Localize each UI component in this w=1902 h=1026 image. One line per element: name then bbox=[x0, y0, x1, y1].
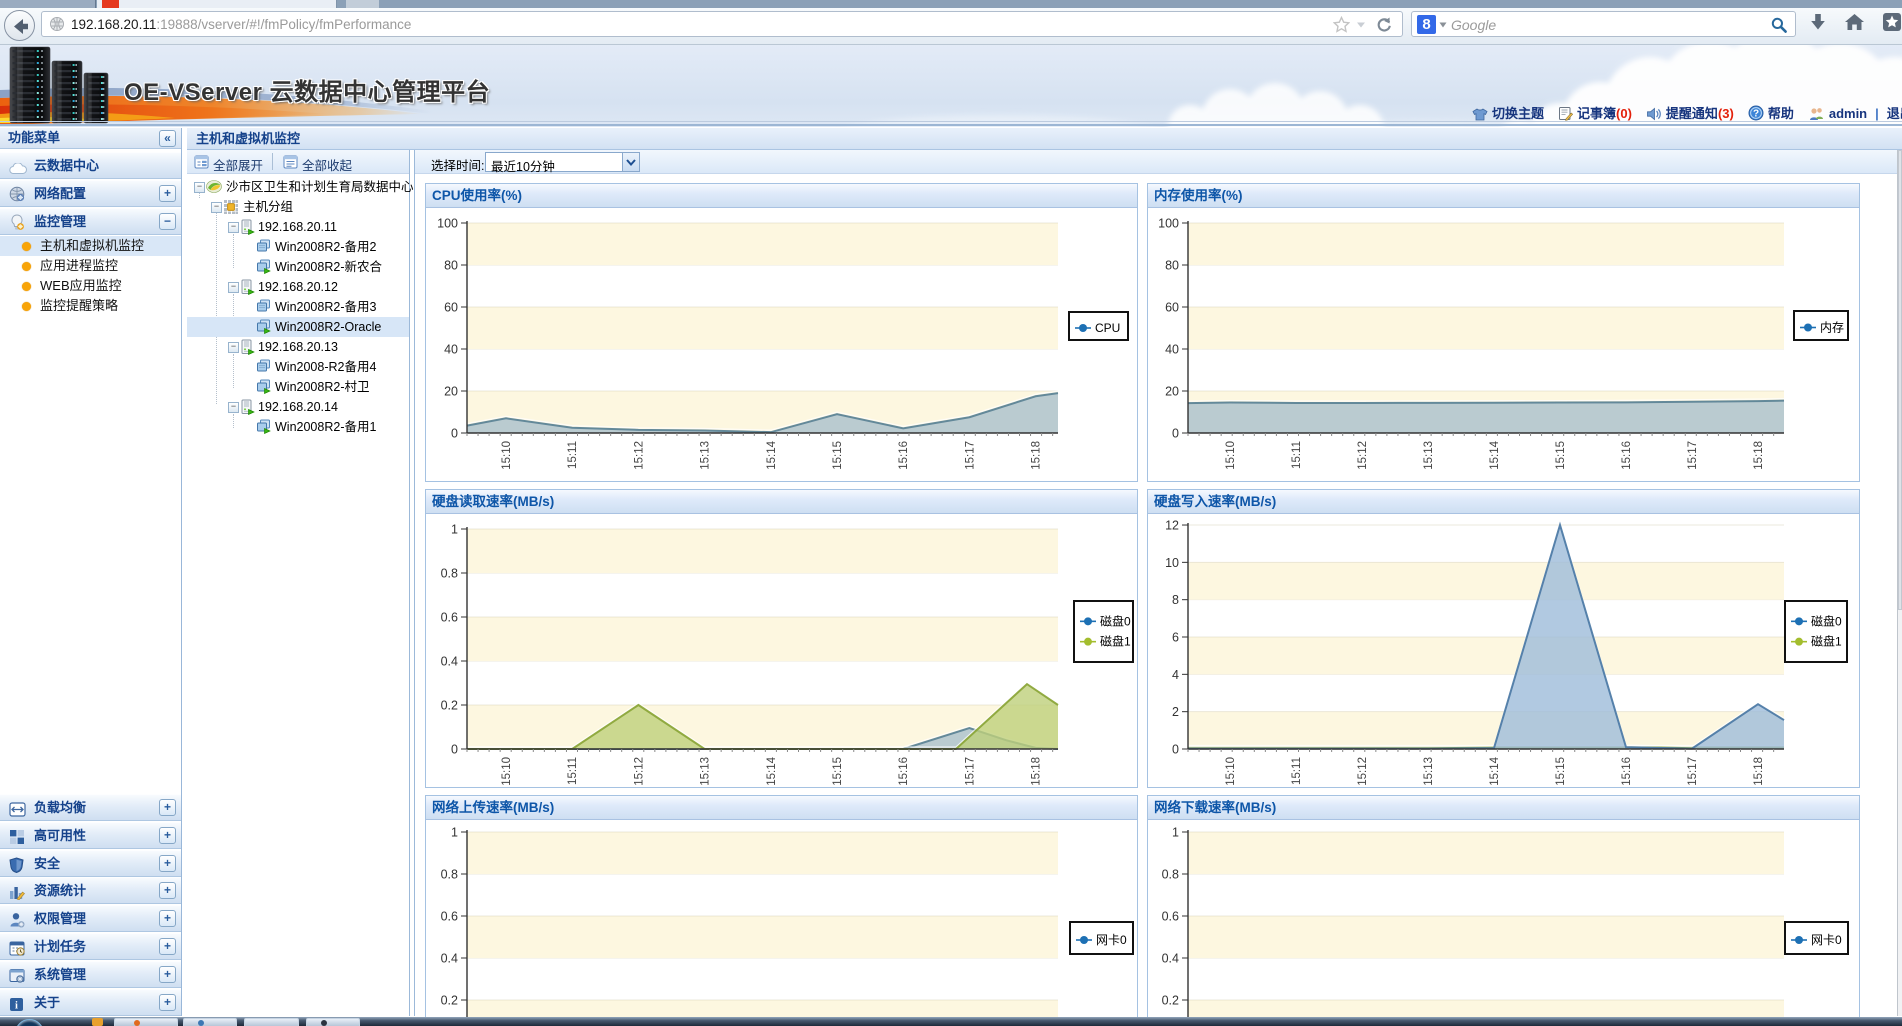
svg-text:15:16: 15:16 bbox=[898, 757, 910, 786]
svg-text:15:14: 15:14 bbox=[1489, 756, 1501, 785]
svg-text:12: 12 bbox=[1165, 519, 1179, 533]
svg-text:0.6: 0.6 bbox=[1162, 910, 1179, 924]
svg-text:60: 60 bbox=[1165, 301, 1179, 315]
svg-text:15:10: 15:10 bbox=[501, 441, 513, 470]
svg-text:100: 100 bbox=[1158, 217, 1179, 231]
svg-text:2: 2 bbox=[1172, 705, 1179, 719]
svg-text:15:14: 15:14 bbox=[766, 756, 778, 785]
svg-text:20: 20 bbox=[444, 385, 458, 399]
svg-text:15:15: 15:15 bbox=[1555, 441, 1567, 470]
svg-text:20: 20 bbox=[1165, 385, 1179, 399]
svg-text:0.8: 0.8 bbox=[1162, 868, 1179, 882]
svg-text:0: 0 bbox=[451, 427, 458, 441]
svg-text:40: 40 bbox=[444, 343, 458, 357]
svg-text:10: 10 bbox=[1165, 556, 1179, 570]
svg-text:i: i bbox=[15, 1001, 18, 1012]
svg-text:CPU: CPU bbox=[1095, 321, 1120, 335]
svg-text:15:12: 15:12 bbox=[1357, 757, 1369, 786]
svg-text:0.8: 0.8 bbox=[441, 868, 458, 882]
svg-text:0.2: 0.2 bbox=[441, 994, 458, 1008]
svg-text:15:11: 15:11 bbox=[567, 757, 579, 785]
svg-text:15:17: 15:17 bbox=[1687, 441, 1699, 470]
svg-text:0.4: 0.4 bbox=[1162, 952, 1179, 966]
svg-text:15:11: 15:11 bbox=[567, 441, 579, 469]
svg-text:8: 8 bbox=[1172, 593, 1179, 607]
svg-text:15:10: 15:10 bbox=[1225, 441, 1237, 470]
svg-text:磁盘1: 磁盘1 bbox=[1100, 634, 1131, 649]
svg-text:1: 1 bbox=[451, 523, 458, 537]
svg-text:15:14: 15:14 bbox=[766, 440, 778, 469]
svg-text:15:16: 15:16 bbox=[1621, 757, 1633, 786]
svg-text:15:14: 15:14 bbox=[1489, 440, 1501, 469]
svg-text:15:15: 15:15 bbox=[832, 757, 844, 786]
svg-text:内存: 内存 bbox=[1820, 321, 1844, 335]
svg-text:磁盘0: 磁盘0 bbox=[1811, 613, 1842, 628]
svg-text:15:13: 15:13 bbox=[1423, 441, 1435, 470]
svg-text:15:13: 15:13 bbox=[700, 441, 712, 470]
svg-text:15:10: 15:10 bbox=[1225, 757, 1237, 786]
svg-text:100: 100 bbox=[437, 217, 458, 231]
svg-text:?: ? bbox=[1753, 109, 1759, 120]
svg-text:15:16: 15:16 bbox=[1621, 441, 1633, 470]
svg-text:15:17: 15:17 bbox=[964, 757, 976, 786]
svg-text:15:18: 15:18 bbox=[1753, 757, 1765, 786]
svg-text:15:17: 15:17 bbox=[1687, 757, 1699, 786]
svg-text:0.2: 0.2 bbox=[1162, 994, 1179, 1008]
svg-text:0.8: 0.8 bbox=[441, 567, 458, 581]
svg-text:15:16: 15:16 bbox=[898, 441, 910, 470]
svg-text:1: 1 bbox=[451, 826, 458, 840]
svg-text:1: 1 bbox=[1172, 826, 1179, 840]
svg-text:15:12: 15:12 bbox=[1357, 441, 1369, 470]
svg-text:4: 4 bbox=[1172, 668, 1179, 682]
svg-text:15:18: 15:18 bbox=[1031, 441, 1043, 470]
svg-text:60: 60 bbox=[444, 301, 458, 315]
svg-text:网卡0: 网卡0 bbox=[1811, 933, 1842, 947]
svg-text:0: 0 bbox=[1172, 427, 1179, 441]
svg-text:网卡0: 网卡0 bbox=[1096, 933, 1127, 947]
svg-text:15:12: 15:12 bbox=[633, 441, 645, 470]
svg-text:0.4: 0.4 bbox=[441, 655, 458, 669]
svg-text:0: 0 bbox=[1172, 743, 1179, 757]
svg-text:15:11: 15:11 bbox=[1291, 441, 1303, 469]
svg-text:80: 80 bbox=[1165, 259, 1179, 273]
svg-text:15:13: 15:13 bbox=[1423, 757, 1435, 786]
svg-text:0.4: 0.4 bbox=[441, 952, 458, 966]
svg-text:15:15: 15:15 bbox=[1555, 757, 1567, 786]
svg-text:0.6: 0.6 bbox=[441, 611, 458, 625]
svg-text:6: 6 bbox=[1172, 631, 1179, 645]
svg-text:0: 0 bbox=[451, 743, 458, 757]
svg-text:15:17: 15:17 bbox=[964, 441, 976, 470]
svg-text:15:13: 15:13 bbox=[700, 757, 712, 786]
svg-text:15:15: 15:15 bbox=[832, 441, 844, 470]
svg-text:磁盘1: 磁盘1 bbox=[1811, 634, 1842, 649]
svg-text:80: 80 bbox=[444, 259, 458, 273]
svg-text:15:18: 15:18 bbox=[1031, 757, 1043, 786]
svg-text:40: 40 bbox=[1165, 343, 1179, 357]
svg-text:15:18: 15:18 bbox=[1753, 441, 1765, 470]
svg-text:0.6: 0.6 bbox=[441, 910, 458, 924]
svg-text:15:12: 15:12 bbox=[633, 757, 645, 786]
svg-text:磁盘0: 磁盘0 bbox=[1100, 613, 1131, 628]
svg-text:15:10: 15:10 bbox=[501, 757, 513, 786]
svg-text:15:11: 15:11 bbox=[1291, 757, 1303, 785]
svg-text:0.2: 0.2 bbox=[441, 699, 458, 713]
